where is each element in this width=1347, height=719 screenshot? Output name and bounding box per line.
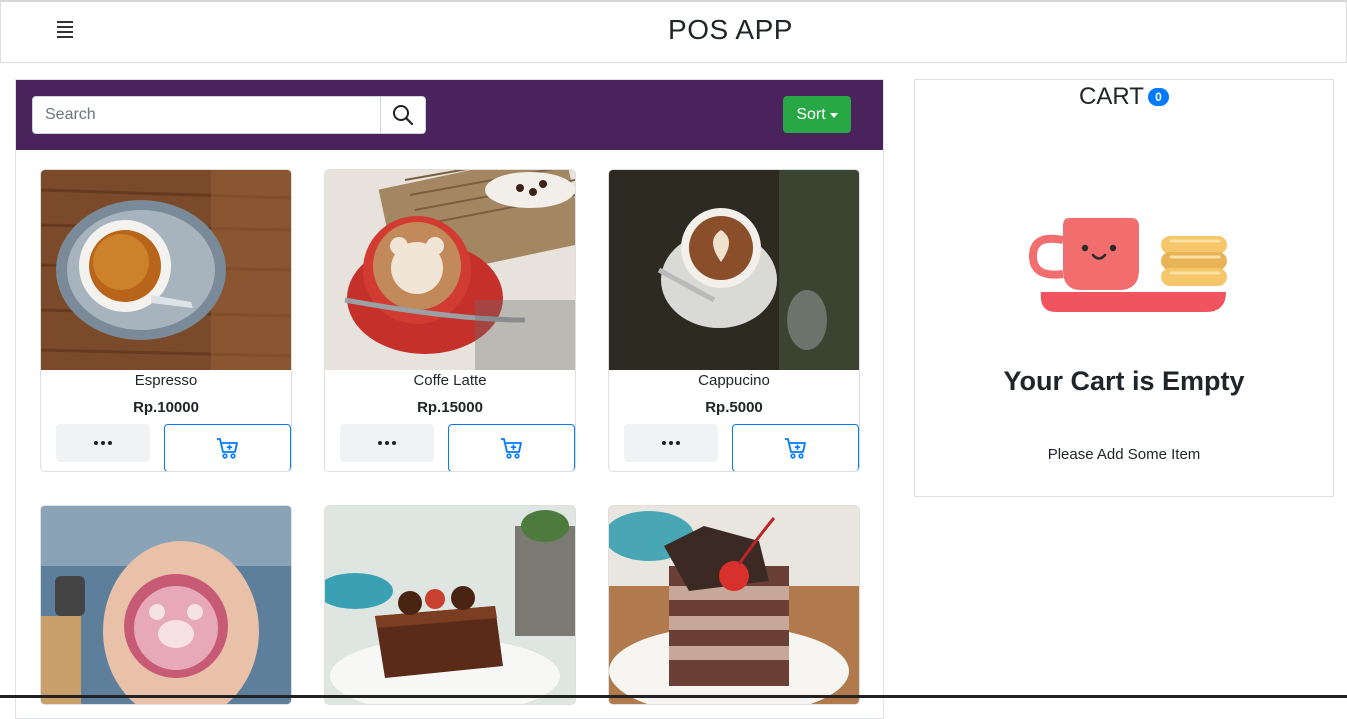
cart-count-badge: 0 (1147, 88, 1169, 106)
ellipsis-dot (669, 441, 673, 445)
ellipsis-dot (101, 441, 105, 445)
product-name: Cappucino (698, 372, 770, 389)
caret-down-icon (829, 112, 838, 118)
product-image-espresso[interactable] (41, 170, 291, 370)
product-card (324, 505, 576, 705)
product-image-coffe-latte[interactable] (325, 170, 575, 370)
ellipsis-icon (662, 441, 666, 445)
product-price: Rp.10000 (133, 399, 199, 416)
cart-plus-icon (216, 438, 238, 459)
search-input[interactable] (32, 96, 381, 134)
ellipsis-dot (676, 441, 680, 445)
product-price: Rp.15000 (417, 399, 483, 416)
cart-empty-message: Please Add Some Item (1047, 446, 1201, 463)
product-card: Coffe Latte Rp.15000 (324, 169, 576, 472)
product-card: Cappucino Rp.5000 (608, 169, 860, 472)
product-image-chocolate-cake[interactable] (325, 506, 575, 704)
search-icon (393, 105, 414, 126)
add-to-cart-button[interactable] (164, 424, 291, 471)
more-options-button[interactable] (624, 424, 718, 462)
sort-dropdown-button[interactable]: Sort (783, 96, 851, 133)
cart-title: CART (1079, 83, 1144, 110)
search-button[interactable] (380, 96, 426, 134)
add-to-cart-button[interactable] (448, 424, 575, 471)
product-name: Espresso (134, 372, 198, 389)
add-to-cart-button[interactable] (732, 424, 859, 471)
ellipsis-dot (108, 441, 112, 445)
product-image-pink-latte[interactable] (41, 506, 291, 704)
product-card (40, 505, 292, 705)
ellipsis-icon (94, 441, 98, 445)
cart-panel: CART 0 Your Cart is Empty Please Add Some… (914, 79, 1334, 497)
empty-cart-cup-icon (1028, 218, 1227, 312)
product-name: Coffe Latte (413, 372, 487, 389)
products-panel: Sort Espresso Rp.10000 (15, 79, 884, 719)
ellipsis-icon (378, 441, 382, 445)
cart-plus-icon (784, 438, 806, 459)
cart-header: CART 0 (915, 83, 1333, 111)
more-options-button[interactable] (340, 424, 434, 462)
app-title: POS APP (668, 14, 793, 45)
top-navbar: POS APP (0, 0, 1347, 63)
cart-plus-icon (500, 438, 522, 459)
product-price: Rp.5000 (705, 399, 763, 416)
sort-label: Sort (796, 105, 826, 123)
product-image-mousse-cake[interactable] (609, 506, 859, 704)
more-options-button[interactable] (56, 424, 150, 462)
product-toolbar: Sort (16, 80, 883, 150)
product-image-cappucino[interactable] (609, 170, 859, 370)
cart-empty-title: Your Cart is Empty (1003, 366, 1245, 396)
ellipsis-dot (392, 441, 396, 445)
product-card: Espresso Rp.10000 (40, 169, 292, 472)
ellipsis-dot (385, 441, 389, 445)
product-card (608, 505, 860, 705)
